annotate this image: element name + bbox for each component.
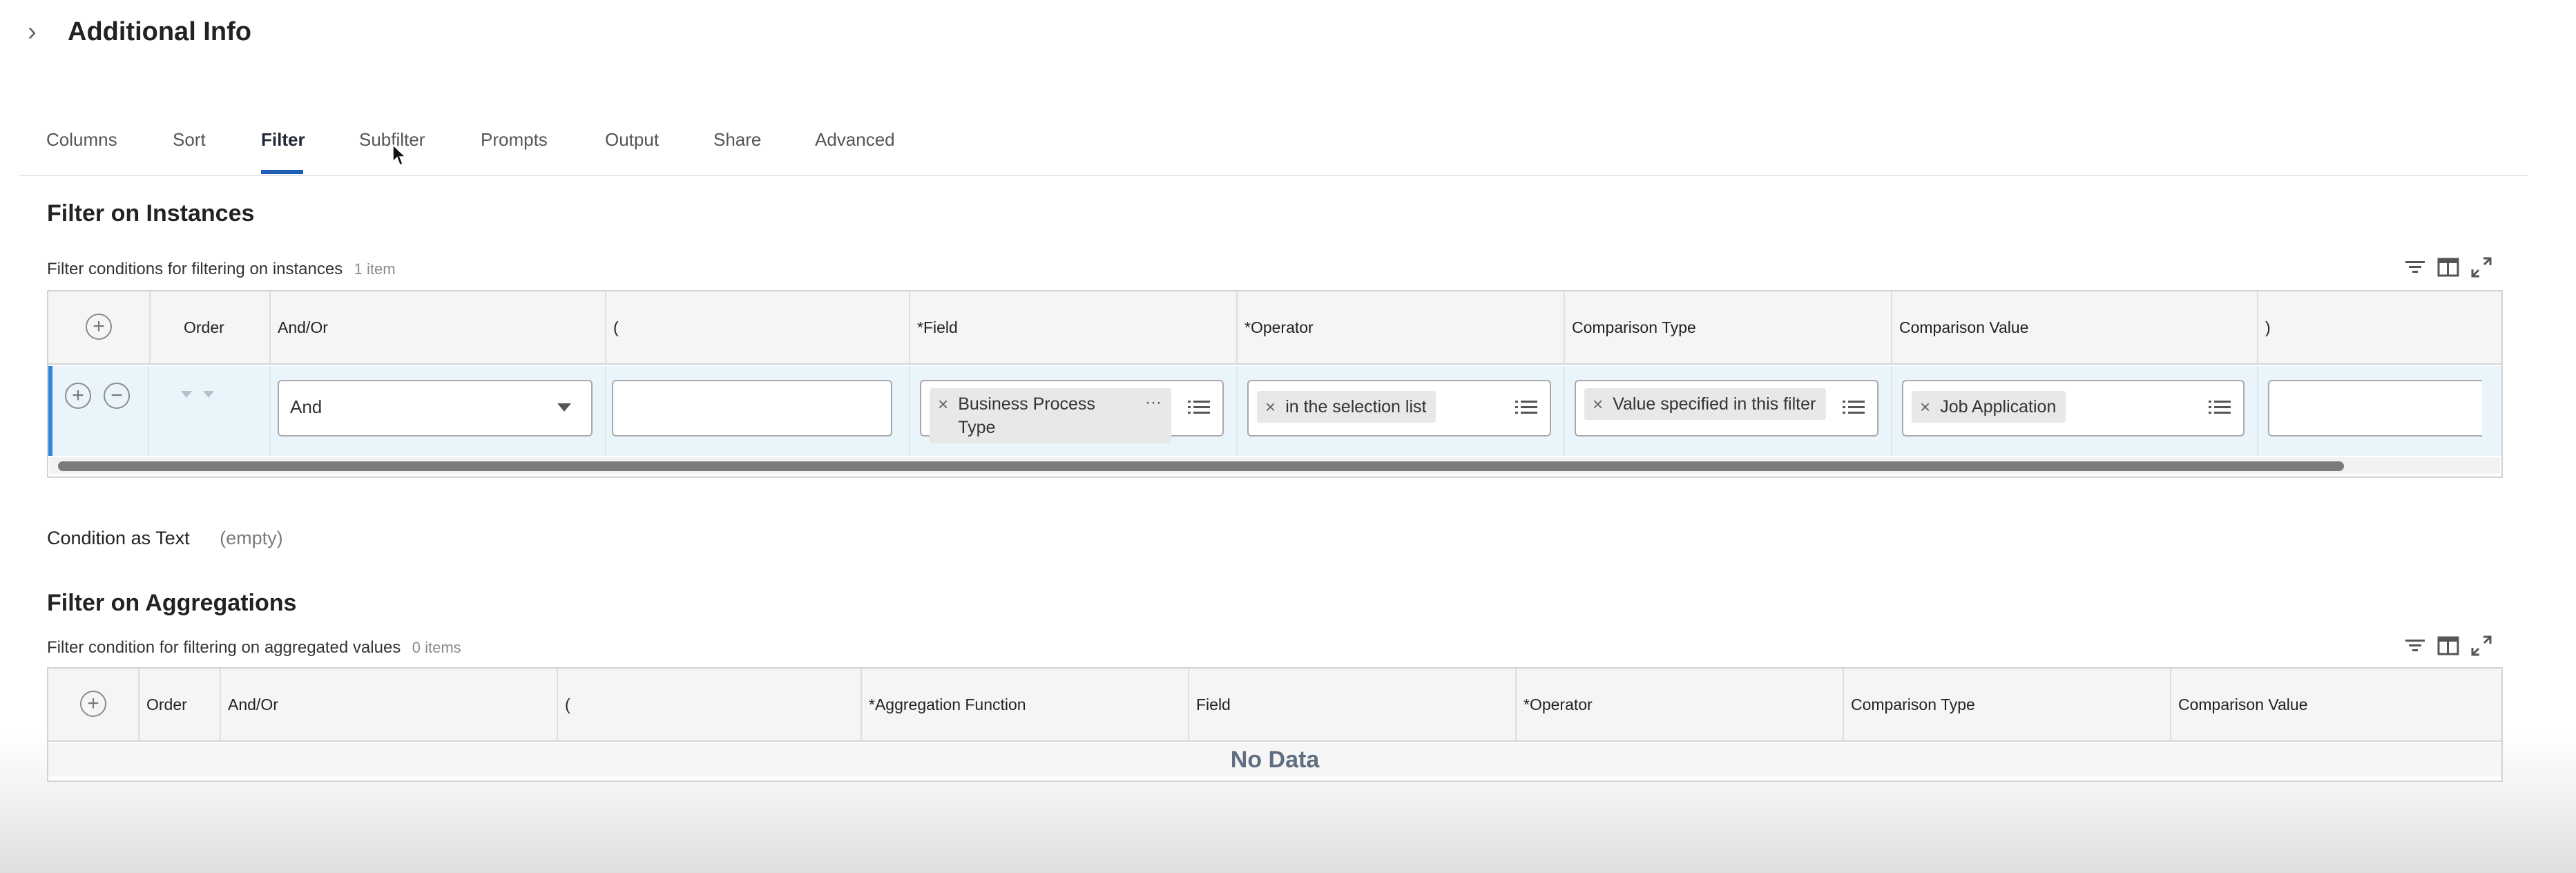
column-header-comparison-value[interactable]: Comparison Value	[1892, 291, 2258, 363]
list-icon[interactable]	[1188, 396, 1211, 420]
mouse-cursor-icon	[392, 144, 407, 166]
add-row-icon[interactable]: +	[86, 314, 112, 340]
section-title-instances: Filter on Instances	[47, 200, 255, 227]
chevron-right-icon[interactable]: ›	[28, 18, 48, 46]
tab-bar: Columns Sort Filter Subfilter Prompts Ou…	[46, 123, 912, 174]
aggregations-caption-row: Filter condition for filtering on aggreg…	[47, 638, 461, 658]
condition-text-row: Condition as Text (empty)	[47, 528, 283, 549]
column-header-close-paren[interactable]: )	[2258, 291, 2501, 363]
filter-icon[interactable]	[2403, 634, 2427, 658]
column-header-operator[interactable]: *Operator	[1517, 669, 1844, 740]
comparison-type-chip[interactable]: × Value specified in this filter	[1584, 388, 1826, 420]
comparison-type-cell: × Value specified in this filter	[1565, 366, 1892, 456]
grid-header: + Order And/Or ( *Field *Operator Compar…	[48, 291, 2501, 365]
column-header-comparison-type[interactable]: Comparison Type	[1565, 291, 1892, 363]
grid-toolbar	[2403, 634, 2493, 658]
operator-chip[interactable]: × in the selection list	[1257, 391, 1436, 423]
expand-icon[interactable]	[2470, 256, 2493, 279]
column-header-field[interactable]: *Field	[910, 291, 1238, 363]
comparison-value-chip[interactable]: × Job Application	[1912, 391, 2066, 423]
empty-state: No Data	[48, 743, 2501, 776]
grid-header: + Order And/Or ( *Aggregation Function F…	[48, 669, 2501, 742]
tab-advanced[interactable]: Advanced	[815, 123, 912, 174]
and-or-cell: And	[271, 366, 606, 456]
field-chip-label: Business Process Type	[958, 394, 1095, 437]
row-actions-cell: + −	[48, 366, 149, 456]
and-or-select[interactable]: And	[278, 380, 593, 436]
add-row-icon[interactable]: +	[80, 691, 106, 717]
column-header-comparison-value[interactable]: Comparison Value	[2171, 669, 2501, 740]
operator-chip-label: in the selection list	[1285, 397, 1427, 416]
add-row-header-cell: +	[48, 291, 149, 363]
remove-chip-icon[interactable]: ×	[1920, 395, 1930, 419]
grid-toolbar	[2403, 256, 2493, 279]
column-layout-icon[interactable]	[2436, 634, 2460, 658]
grid-caption: Filter conditions for filtering on insta…	[47, 260, 343, 278]
comparison-type-prompt[interactable]: × Value specified in this filter	[1575, 380, 1878, 436]
field-cell: × Business Process Type ···	[910, 366, 1238, 456]
horizontal-scrollbar[interactable]	[50, 457, 2500, 474]
column-layout-icon[interactable]	[2436, 256, 2460, 279]
item-count: 1 item	[354, 260, 396, 278]
expand-icon[interactable]	[2470, 634, 2493, 658]
tabs-divider	[19, 175, 2528, 176]
remove-chip-icon[interactable]: ×	[1265, 395, 1276, 419]
field-prompt[interactable]: × Business Process Type ···	[920, 380, 1224, 443]
list-icon[interactable]	[2209, 396, 2232, 420]
chevron-down-icon	[557, 403, 571, 412]
operator-cell: × in the selection list	[1238, 366, 1565, 456]
tab-prompts[interactable]: Prompts	[481, 123, 605, 174]
comparison-type-chip-label: Value specified in this filter	[1613, 394, 1816, 414]
tab-subfilter[interactable]: Subfilter	[359, 123, 481, 174]
operator-prompt[interactable]: × in the selection list	[1247, 380, 1551, 436]
close-paren-input[interactable]	[2268, 380, 2482, 436]
tab-filter[interactable]: Filter	[261, 123, 305, 174]
list-icon[interactable]	[1515, 396, 1539, 420]
column-header-comparison-type[interactable]: Comparison Type	[1844, 669, 2171, 740]
condition-text-value: (empty)	[220, 528, 283, 548]
comparison-value-cell: × Job Application	[1892, 366, 2258, 456]
page-title: Additional Info	[68, 17, 251, 46]
instances-grid: + Order And/Or ( *Field *Operator Compar…	[47, 290, 2503, 478]
section-title-aggregations: Filter on Aggregations	[47, 590, 297, 616]
column-header-order[interactable]: Order	[177, 291, 271, 363]
tab-output[interactable]: Output	[605, 123, 713, 174]
column-header-field[interactable]: Field	[1189, 669, 1517, 740]
scrollbar-thumb[interactable]	[58, 461, 2344, 471]
tab-sort[interactable]: Sort	[173, 123, 261, 174]
comparison-value-prompt[interactable]: × Job Application	[1902, 380, 2245, 436]
condition-text-label: Condition as Text	[47, 528, 190, 548]
remove-chip-icon[interactable]: ×	[938, 392, 948, 416]
reorder-arrows-icon[interactable]	[178, 388, 220, 402]
remove-chip-icon[interactable]: ×	[1593, 392, 1603, 416]
comparison-value-chip-label: Job Application	[1940, 397, 2057, 416]
and-or-value: And	[290, 396, 323, 417]
add-row-icon[interactable]: +	[65, 383, 91, 409]
column-header-aggregation-function[interactable]: *Aggregation Function	[862, 669, 1189, 740]
header-divider	[149, 291, 151, 363]
grid-caption: Filter condition for filtering on aggreg…	[47, 638, 401, 657]
column-header-open-paren[interactable]: (	[558, 669, 862, 740]
column-header-and-or[interactable]: And/Or	[271, 291, 606, 363]
open-paren-cell	[606, 366, 910, 456]
close-paren-cell	[2258, 366, 2501, 456]
add-row-header-cell: +	[48, 669, 140, 740]
list-icon[interactable]	[1843, 396, 1866, 420]
order-cell	[149, 366, 271, 456]
column-header-order[interactable]: Order	[140, 669, 221, 740]
column-header-operator[interactable]: *Operator	[1238, 291, 1565, 363]
filter-icon[interactable]	[2403, 256, 2427, 279]
tab-columns[interactable]: Columns	[46, 123, 173, 174]
more-icon[interactable]: ···	[1145, 391, 1162, 414]
column-header-and-or[interactable]: And/Or	[221, 669, 558, 740]
table-row: + − And × Business Process Type ··· × in…	[48, 366, 2501, 456]
tab-share[interactable]: Share	[713, 123, 815, 174]
field-chip[interactable]: × Business Process Type ···	[930, 388, 1171, 443]
instances-caption-row: Filter conditions for filtering on insta…	[47, 260, 396, 279]
aggregations-grid: + Order And/Or ( *Aggregation Function F…	[47, 667, 2503, 782]
column-header-open-paren[interactable]: (	[606, 291, 910, 363]
open-paren-input[interactable]	[612, 380, 892, 436]
item-count: 0 items	[412, 639, 461, 656]
remove-row-icon[interactable]: −	[104, 383, 130, 409]
